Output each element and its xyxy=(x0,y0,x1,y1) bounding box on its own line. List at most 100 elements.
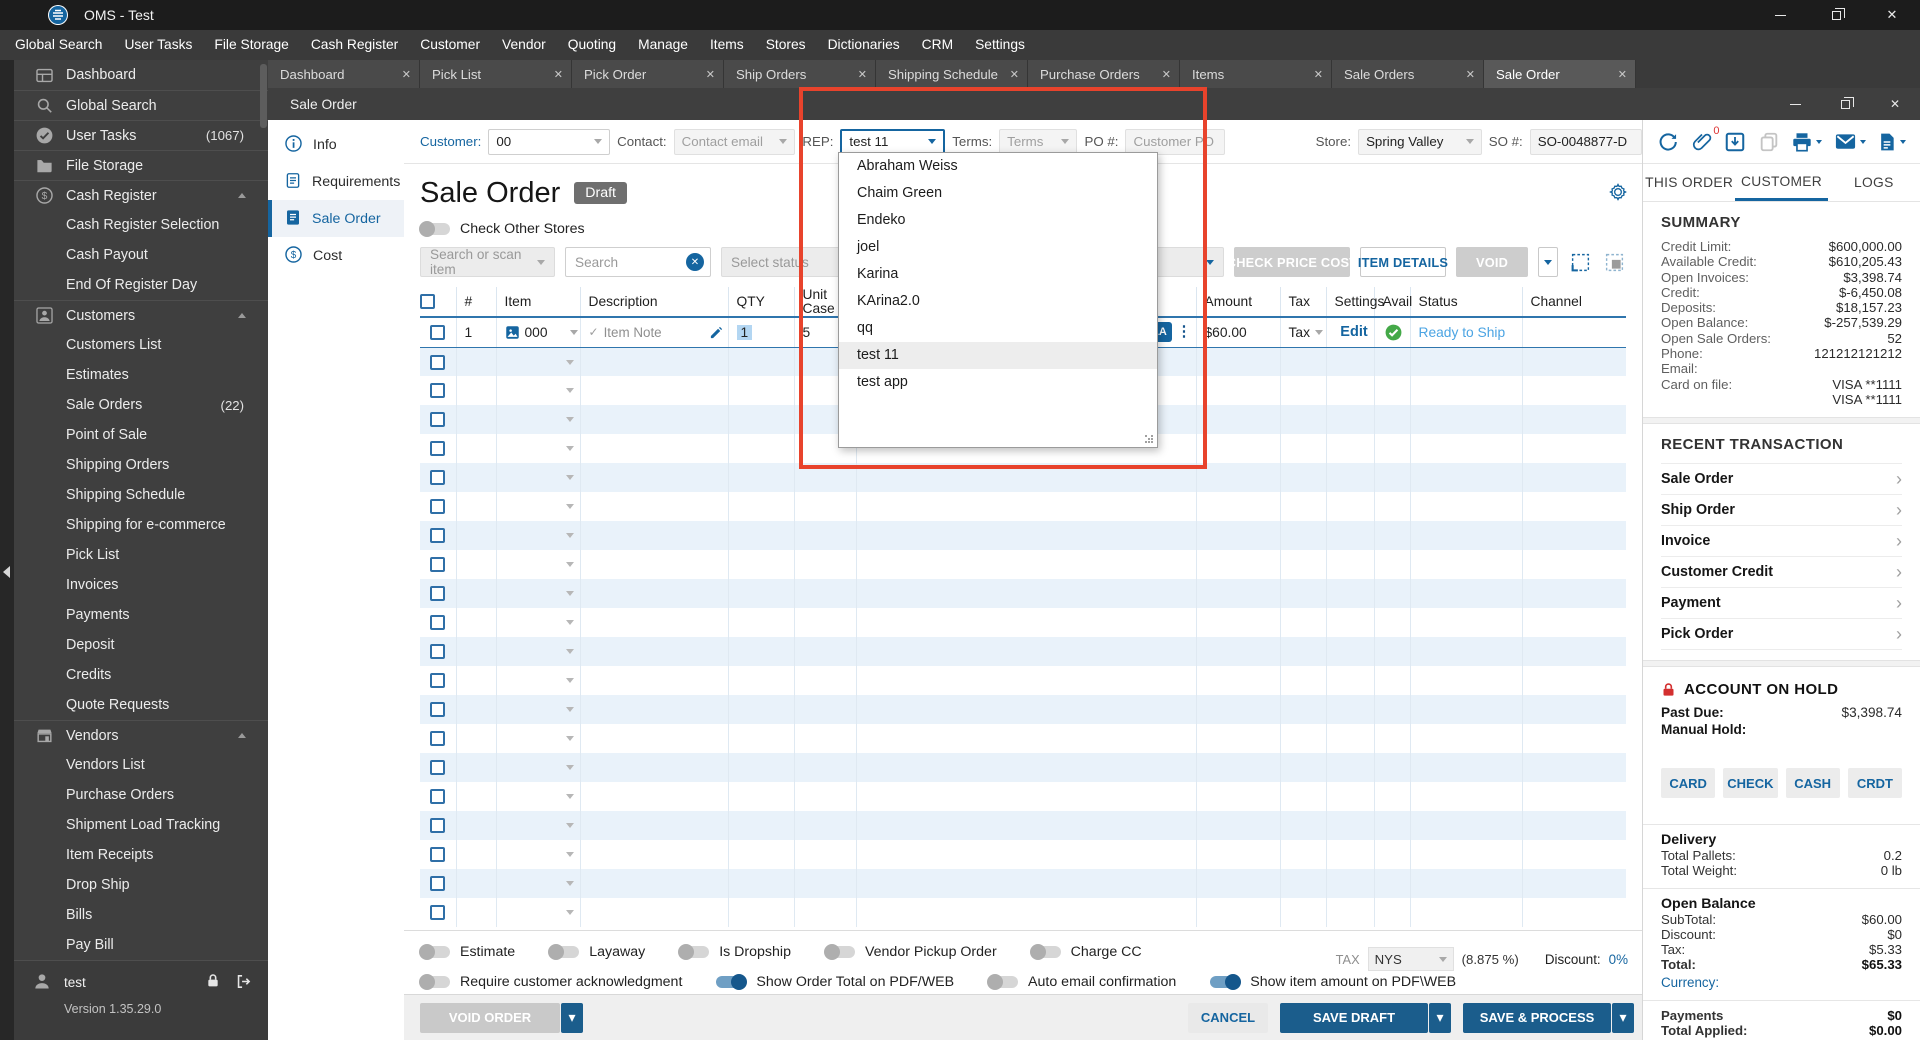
void-button[interactable]: VOID xyxy=(1456,247,1528,277)
refresh-icon[interactable] xyxy=(1657,131,1679,153)
sidebar-item-user-tasks[interactable]: User Tasks (1067) xyxy=(14,120,268,150)
edit-pencil-icon[interactable] xyxy=(709,325,724,340)
save-process-button[interactable]: SAVE & PROCESS xyxy=(1463,1002,1611,1033)
item-code[interactable]: 000 xyxy=(525,325,548,340)
void-order-button[interactable]: VOID ORDER xyxy=(420,1002,560,1033)
sidebar-item-cash-payout[interactable]: Cash Payout xyxy=(14,240,268,270)
tab-close-icon[interactable]: ✕ xyxy=(396,68,411,81)
sidebar-item-shipping-orders[interactable]: Shipping Orders xyxy=(14,450,268,480)
rep-dropdown[interactable]: test 11 xyxy=(840,128,946,155)
row-checkbox[interactable] xyxy=(430,470,446,486)
item-dropdown-caret[interactable] xyxy=(565,736,574,741)
window-restore-button[interactable] xyxy=(1808,0,1864,30)
order-nav-info[interactable]: Info xyxy=(268,126,404,163)
pay-button-check[interactable]: CHECK xyxy=(1723,768,1778,799)
menu-item-quoting[interactable]: Quoting xyxy=(557,30,627,60)
search-scan-item-dropdown[interactable]: Search or scan item xyxy=(420,247,555,277)
rep-option-joel[interactable]: joel xyxy=(839,234,1157,261)
row-checkbox[interactable] xyxy=(430,354,446,370)
sidebar-item-shipment-load-tracking[interactable]: Shipment Load Tracking xyxy=(14,810,268,840)
item-dropdown-caret[interactable] xyxy=(565,620,574,625)
row-status[interactable]: Ready to Ship xyxy=(1419,325,1506,340)
recent-sale-order[interactable]: Sale Order › xyxy=(1661,464,1902,496)
tab-items[interactable]: Items ✕ xyxy=(1180,60,1332,88)
item-dropdown-caret[interactable] xyxy=(565,533,574,538)
menu-item-settings[interactable]: Settings xyxy=(964,30,1036,60)
item-note[interactable]: Item Note xyxy=(604,325,662,340)
tab-dashboard[interactable]: Dashboard ✕ xyxy=(268,60,420,88)
tab-close-icon[interactable]: ✕ xyxy=(1308,68,1323,81)
tab-pick-order[interactable]: Pick Order ✕ xyxy=(572,60,724,88)
tab-close-icon[interactable]: ✕ xyxy=(1004,68,1019,81)
sidebar-item-purchase-orders[interactable]: Purchase Orders xyxy=(14,780,268,810)
toggle-auto-email-confirmation[interactable]: Auto email confirmation xyxy=(987,974,1176,990)
sidebar-item-shipping-for-e-commerce[interactable]: Shipping for e-commerce xyxy=(14,510,268,540)
tab-close-icon[interactable]: ✕ xyxy=(548,68,563,81)
inner-minimize-button[interactable] xyxy=(1770,88,1820,120)
resize-grip[interactable] xyxy=(1145,435,1154,444)
currency-link[interactable]: Currency: xyxy=(1661,975,1902,990)
export-document-icon[interactable] xyxy=(1877,131,1906,153)
contact-dropdown[interactable]: Contact email xyxy=(673,128,796,155)
row-checkbox[interactable] xyxy=(430,876,446,892)
lock-icon[interactable] xyxy=(205,973,221,992)
tab-close-icon[interactable]: ✕ xyxy=(1156,68,1171,81)
tab-close-icon[interactable]: ✕ xyxy=(1612,68,1627,81)
menu-item-crm[interactable]: CRM xyxy=(911,30,964,60)
row-checkbox[interactable] xyxy=(430,673,446,689)
check-other-stores-toggle[interactable]: Check Other Stores xyxy=(419,221,585,237)
row-checkbox[interactable] xyxy=(430,789,446,805)
sidebar-item-deposit[interactable]: Deposit xyxy=(14,630,268,660)
tab-pick-list[interactable]: Pick List ✕ xyxy=(420,60,572,88)
recent-invoice[interactable]: Invoice › xyxy=(1661,526,1902,558)
sidebar-scrollbar[interactable] xyxy=(260,64,267,128)
search-input[interactable]: Search ✕ xyxy=(565,247,711,277)
void-order-dropdown-button[interactable]: ▾ xyxy=(561,1002,583,1033)
sidebar-item-global-search[interactable]: Global Search xyxy=(14,90,268,120)
po-input[interactable]: Customer PO xyxy=(1125,128,1225,155)
sidebar-item-item-receipts[interactable]: Item Receipts xyxy=(14,840,268,870)
row-checkbox[interactable] xyxy=(430,905,446,921)
tab-close-icon[interactable]: ✕ xyxy=(700,68,715,81)
rep-option-abraham-weiss[interactable]: Abraham Weiss xyxy=(839,153,1157,180)
row-checkbox[interactable] xyxy=(430,325,446,341)
rep-option-karina2-0[interactable]: KArina2.0 xyxy=(839,288,1157,315)
toggle-show-item-amount-on-pdf-web[interactable]: Show item amount on PDF\WEB xyxy=(1210,974,1456,990)
recent-ship-order[interactable]: Ship Order › xyxy=(1661,495,1902,527)
item-dropdown-caret[interactable] xyxy=(565,678,574,683)
item-dropdown-caret[interactable] xyxy=(565,446,574,451)
menu-item-cash-register[interactable]: Cash Register xyxy=(300,30,409,60)
attachment-icon[interactable]: 0 xyxy=(1691,125,1720,153)
order-nav-sale-order[interactable]: Sale Order xyxy=(268,200,404,237)
sidebar-item-credits[interactable]: Credits xyxy=(14,660,268,690)
logout-icon[interactable] xyxy=(235,973,252,993)
sidebar-item-end-of-register-day[interactable]: End Of Register Day xyxy=(14,270,268,300)
menu-item-user-tasks[interactable]: User Tasks xyxy=(113,30,203,60)
tab-sale-orders[interactable]: Sale Orders ✕ xyxy=(1332,60,1484,88)
download-icon[interactable] xyxy=(1724,131,1746,153)
row-checkbox[interactable] xyxy=(430,499,446,515)
rep-option-chaim-green[interactable]: Chaim Green xyxy=(839,180,1157,207)
sidebar-item-drop-ship[interactable]: Drop Ship xyxy=(14,870,268,900)
kebab-menu-icon[interactable]: ⋮ xyxy=(1177,322,1192,342)
sidebar-item-dashboard[interactable]: Dashboard xyxy=(14,60,268,90)
sidebar-item-vendors-list[interactable]: Vendors List xyxy=(14,750,268,780)
rep-option-test-11[interactable]: test 11 xyxy=(839,342,1157,369)
pay-button-crdt[interactable]: CRDT xyxy=(1847,768,1902,799)
sidebar-item-quote-requests[interactable]: Quote Requests xyxy=(14,690,268,720)
row-checkbox[interactable] xyxy=(430,412,446,428)
item-dropdown-caret[interactable] xyxy=(565,910,574,915)
toggle-require-customer-acknowledgment[interactable]: Require customer acknowledgment xyxy=(419,974,682,990)
menu-item-manage[interactable]: Manage xyxy=(627,30,699,60)
rep-option-karina[interactable]: Karina xyxy=(839,261,1157,288)
sidebar-collapse-strip[interactable] xyxy=(0,60,14,1040)
item-dropdown-caret[interactable] xyxy=(565,562,574,567)
row-checkbox[interactable] xyxy=(430,644,446,660)
sidebar-item-cash-register-selection[interactable]: Cash Register Selection xyxy=(14,210,268,240)
row-checkbox[interactable] xyxy=(430,702,446,718)
item-dropdown-caret[interactable] xyxy=(565,765,574,770)
sidebar-item-bills[interactable]: Bills xyxy=(14,900,268,930)
tab-purchase-orders[interactable]: Purchase Orders ✕ xyxy=(1028,60,1180,88)
panel-tab-logs[interactable]: LOGS xyxy=(1828,164,1920,201)
tax-dropdown[interactable]: Tax xyxy=(1289,325,1310,340)
